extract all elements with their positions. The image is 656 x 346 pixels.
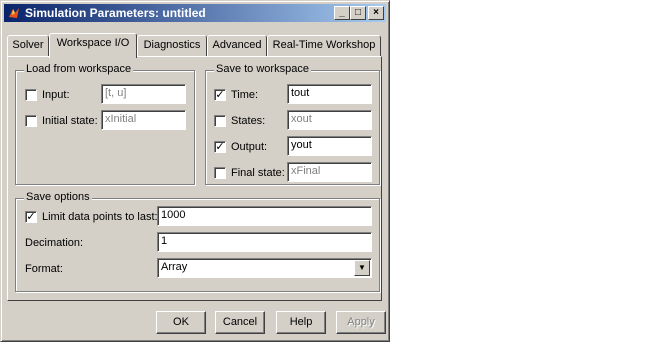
chevron-down-icon[interactable]: ▼ bbox=[354, 260, 370, 276]
final-state-checkbox[interactable] bbox=[214, 167, 226, 179]
format-label: Format: bbox=[25, 263, 63, 275]
tab-workspace-io[interactable]: Workspace I/O bbox=[49, 33, 137, 58]
states-checkbox[interactable] bbox=[214, 115, 226, 127]
initial-state-field[interactable]: xInitial bbox=[101, 110, 186, 130]
final-state-label: Final state: bbox=[231, 167, 285, 179]
limit-data-points-label: Limit data points to last: bbox=[42, 211, 158, 223]
output-field[interactable]: yout bbox=[287, 136, 372, 156]
tab-diagnostics[interactable]: Diagnostics bbox=[137, 35, 207, 56]
title-bar[interactable]: Simulation Parameters: untitled _ □ × bbox=[4, 4, 386, 22]
output-label: Output: bbox=[231, 141, 268, 153]
input-field[interactable]: [t, u] bbox=[101, 84, 186, 104]
check-mark-icon: ✓ bbox=[26, 211, 36, 223]
save-options-legend: Save options bbox=[24, 191, 92, 203]
initial-state-label: Initial state: bbox=[42, 115, 98, 127]
minimize-button[interactable]: _ bbox=[334, 6, 350, 20]
format-selected-value: Array bbox=[161, 261, 188, 273]
initial-state-checkbox[interactable] bbox=[25, 115, 37, 127]
input-label: Input: bbox=[42, 89, 70, 101]
cancel-button[interactable]: Cancel bbox=[215, 311, 265, 334]
limit-data-points-field[interactable]: 1000 bbox=[157, 206, 372, 226]
load-group-legend: Load from workspace bbox=[24, 63, 134, 75]
output-checkbox[interactable]: ✓ bbox=[214, 141, 226, 153]
format-select[interactable]: Array ▼ bbox=[157, 258, 372, 278]
time-checkbox[interactable]: ✓ bbox=[214, 89, 226, 101]
workspace-io-panel: Load from workspace Input: [t, u] Initia… bbox=[7, 56, 382, 301]
time-field[interactable]: tout bbox=[287, 84, 372, 104]
decimation-field[interactable]: 1 bbox=[157, 232, 372, 252]
limit-data-points-checkbox[interactable]: ✓ bbox=[25, 211, 37, 223]
decimation-label: Decimation: bbox=[25, 237, 84, 249]
maximize-button[interactable]: □ bbox=[350, 6, 366, 20]
time-label: Time: bbox=[231, 89, 259, 101]
apply-button[interactable]: Apply bbox=[336, 311, 386, 334]
states-label: States: bbox=[231, 115, 266, 127]
load-from-workspace-group: Load from workspace Input: [t, u] Initia… bbox=[15, 63, 195, 185]
tab-solver[interactable]: Solver bbox=[7, 35, 49, 56]
save-options-group: Save options ✓ Limit data points to last… bbox=[15, 191, 380, 292]
save-to-workspace-group: Save to workspace ✓ Time: tout States: x… bbox=[205, 63, 380, 185]
dialog-window: Simulation Parameters: untitled _ □ × So… bbox=[0, 0, 390, 342]
matlab-app-icon bbox=[9, 8, 19, 18]
final-state-field[interactable]: xFinal bbox=[287, 162, 372, 182]
input-checkbox[interactable] bbox=[25, 89, 37, 101]
close-button[interactable]: × bbox=[368, 6, 384, 20]
help-button[interactable]: Help bbox=[276, 311, 326, 334]
check-mark-icon: ✓ bbox=[215, 141, 225, 153]
tab-real-time-workshop[interactable]: Real-Time Workshop bbox=[267, 35, 381, 56]
states-field[interactable]: xout bbox=[287, 110, 372, 130]
window-title: Simulation Parameters: untitled bbox=[25, 6, 206, 20]
save-group-legend: Save to workspace bbox=[214, 63, 311, 75]
tab-advanced[interactable]: Advanced bbox=[207, 35, 267, 56]
check-mark-icon: ✓ bbox=[215, 89, 225, 101]
ok-button[interactable]: OK bbox=[156, 311, 206, 334]
